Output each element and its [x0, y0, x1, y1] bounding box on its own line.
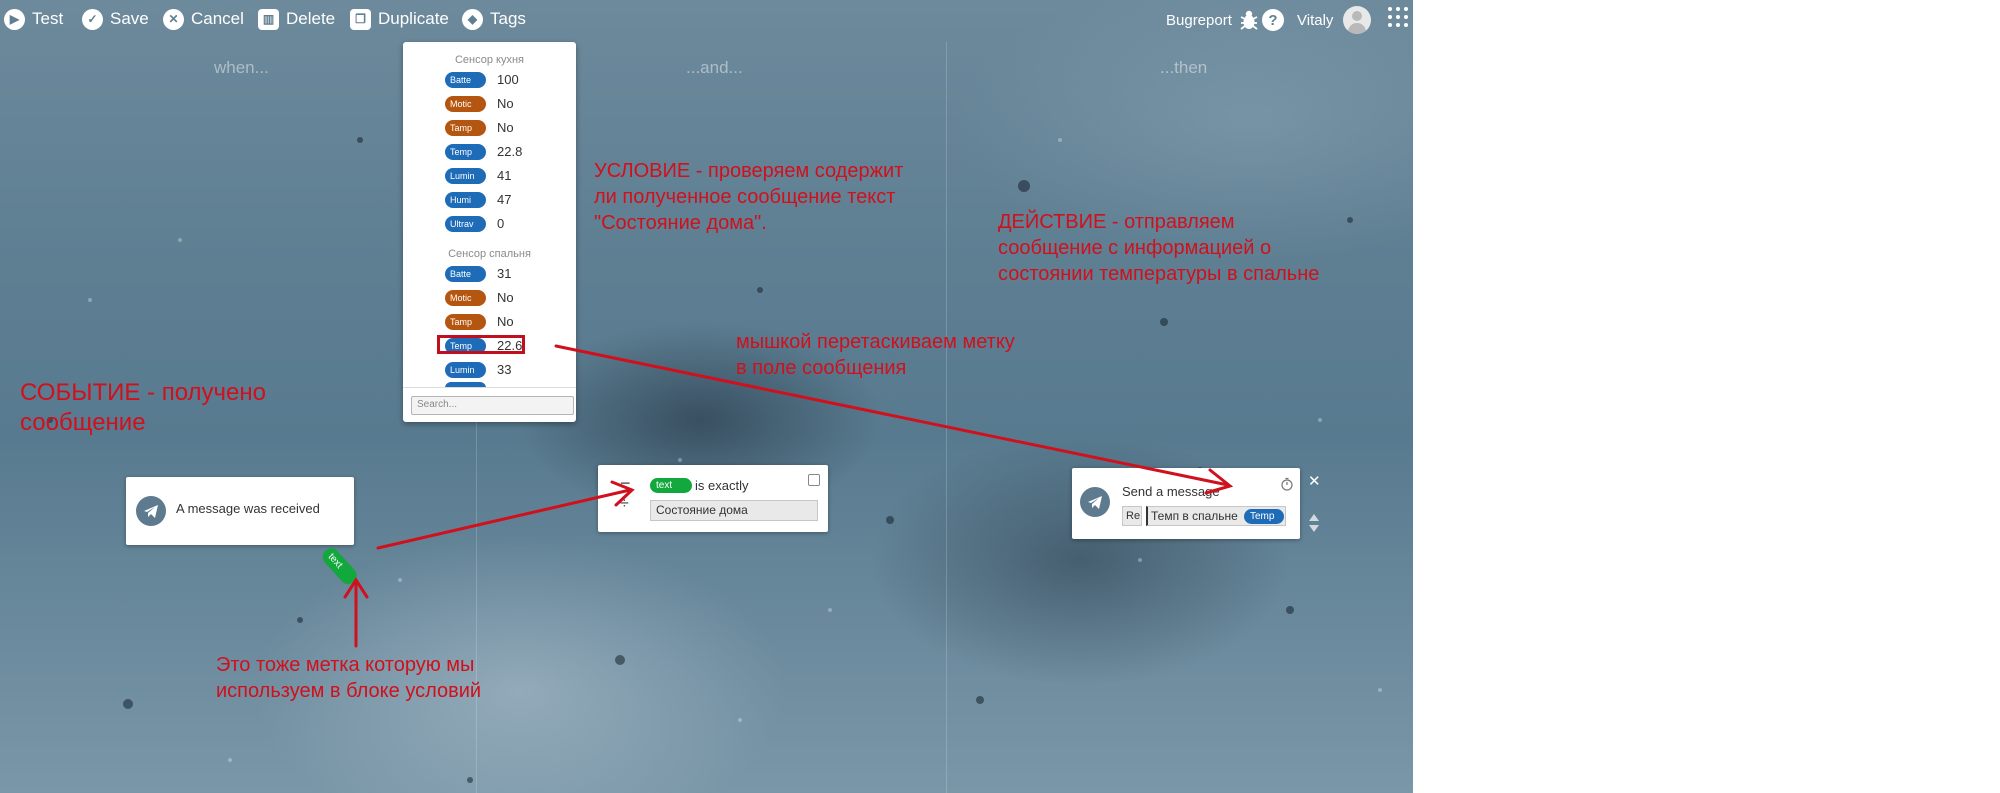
annotation-drag: мышкой перетаскиваем метку в поле сообще… [736, 329, 1015, 381]
annotation-action-line3: состоянии температуры в спальне [998, 263, 1320, 285]
annotation-action-line2: сообщение с информацией о [998, 237, 1272, 259]
annotation-condition-line3: "Состояние дома". [594, 212, 767, 234]
annotation-tag-line1: Это тоже метка которую мы [216, 654, 475, 676]
annotation-action-line1: ДЕЙСТВИЕ - отправляем [998, 211, 1235, 233]
annotation-condition-line1: УСЛОВИЕ - проверяем содержит [594, 160, 904, 182]
annotation-event-line1: СОБЫТИЕ - получено [20, 379, 266, 406]
annotation-condition: УСЛОВИЕ - проверяем содержит ли полученн… [594, 158, 903, 236]
annotation-drag-line1: мышкой перетаскиваем метку [736, 331, 1015, 353]
annotation-action: ДЕЙСТВИЕ - отправляем сообщение с информ… [998, 209, 1319, 287]
flow-editor-canvas: when... ...and... ...then ▶ Test ✓ Save … [0, 0, 1413, 793]
annotation-event: СОБЫТИЕ - получено сообщение [20, 378, 266, 438]
annotation-tag-line2: используем в блоке условий [216, 680, 482, 702]
annotation-tag: Это тоже метка которую мы используем в б… [216, 652, 481, 704]
arrow-tag-to-condition [376, 488, 632, 550]
annotation-condition-line2: ли полученное сообщение текст [594, 186, 896, 208]
annotation-event-line2: сообщение [20, 409, 146, 436]
annotation-drag-line2: в поле сообщения [736, 357, 907, 379]
